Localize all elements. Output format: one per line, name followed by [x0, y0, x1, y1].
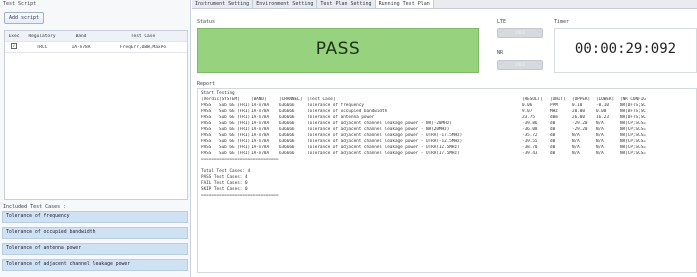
report-lower-cell: N/A [596, 151, 604, 156]
status-value: PASS [315, 39, 361, 59]
test-script-panel: Test Script Add script Exec Regulatory B… [0, 0, 191, 277]
table-row[interactable]: ✓ TRCC 1A-n78A FreqErr,OBW,MaxPo [5, 42, 187, 53]
lte-label: LTE [497, 19, 507, 25]
report-upper-cell: N/A [572, 151, 580, 156]
exec-cell: ✓ [5, 43, 23, 51]
status-label: Status [197, 19, 216, 25]
script-table-header: Exec Regulatory Band Test Case [5, 31, 187, 42]
exec-checkbox[interactable]: ✓ [11, 43, 17, 49]
band-cell: 1A-n78A [71, 44, 91, 50]
report-log[interactable]: Start Testing [Verdict][SYSTEM][BAND][CH… [197, 88, 697, 273]
regulatory-cell: TRCC [36, 44, 48, 50]
lte-idle-button[interactable]: IDLE [497, 28, 543, 38]
report-channel-cell: 636666 [279, 151, 295, 156]
timer-display: 00:00:29:092 [554, 28, 697, 73]
tab-test-plan-setting[interactable]: Test Plan Setting [317, 0, 376, 8]
report-result-cell: -39.43 [522, 151, 538, 156]
add-script-button[interactable]: Add script [4, 12, 44, 24]
report-unit-cell: dB [550, 151, 556, 156]
nr-idle-button[interactable]: IDLE [497, 60, 543, 70]
included-test-cases-label: Included Test Cases : [3, 204, 67, 210]
report-body: [Verdict][SYSTEM][BAND][CHANNEL][Test Ca… [201, 97, 693, 199]
timer-value: 00:00:29:092 [574, 41, 677, 57]
nr-label: NR [497, 50, 504, 56]
test-case-cell: FreqErr,OBW,MaxPo [119, 44, 167, 50]
report-nr-config-cell: NR[CP;SCS= [620, 151, 646, 156]
column-header-test-case[interactable]: Test Case [101, 34, 185, 39]
test-script-title: Test Script [3, 1, 37, 7]
included-test-cases-list: Tolerance of frequency Tolerance of occu… [0, 211, 190, 275]
timer-label: Timer [554, 19, 570, 25]
report-test-case-cell: Tolerance of adjacent channel leakage po… [307, 151, 460, 156]
column-header-band[interactable]: Band [61, 34, 101, 39]
list-item[interactable]: Tolerance of frequency [2, 211, 188, 223]
main-panel: Instrument Setting Environment Setting T… [192, 0, 697, 277]
tab-instrument-setting[interactable]: Instrument Setting [192, 0, 254, 8]
report-label: Report [197, 81, 216, 87]
column-header-regulatory[interactable]: Regulatory [23, 34, 61, 39]
report-separator: ============================== [201, 193, 279, 198]
status-indicator: PASS [197, 28, 479, 73]
tab-bar: Instrument Setting Environment Setting T… [192, 0, 697, 9]
list-item[interactable]: Tolerance of occupied bandwidth [2, 227, 188, 239]
tab-running-test-plan[interactable]: Running Test Plan [375, 0, 434, 8]
script-table: Exec Regulatory Band Test Case ✓ TRCC 1A… [4, 30, 188, 200]
list-item[interactable]: Tolerance of adjacent channel leakage po… [2, 259, 188, 271]
column-header-exec[interactable]: Exec [5, 34, 23, 39]
tab-environment-setting[interactable]: Environment Setting [253, 0, 318, 8]
list-item[interactable]: Tolerance of antenna power [2, 243, 188, 255]
